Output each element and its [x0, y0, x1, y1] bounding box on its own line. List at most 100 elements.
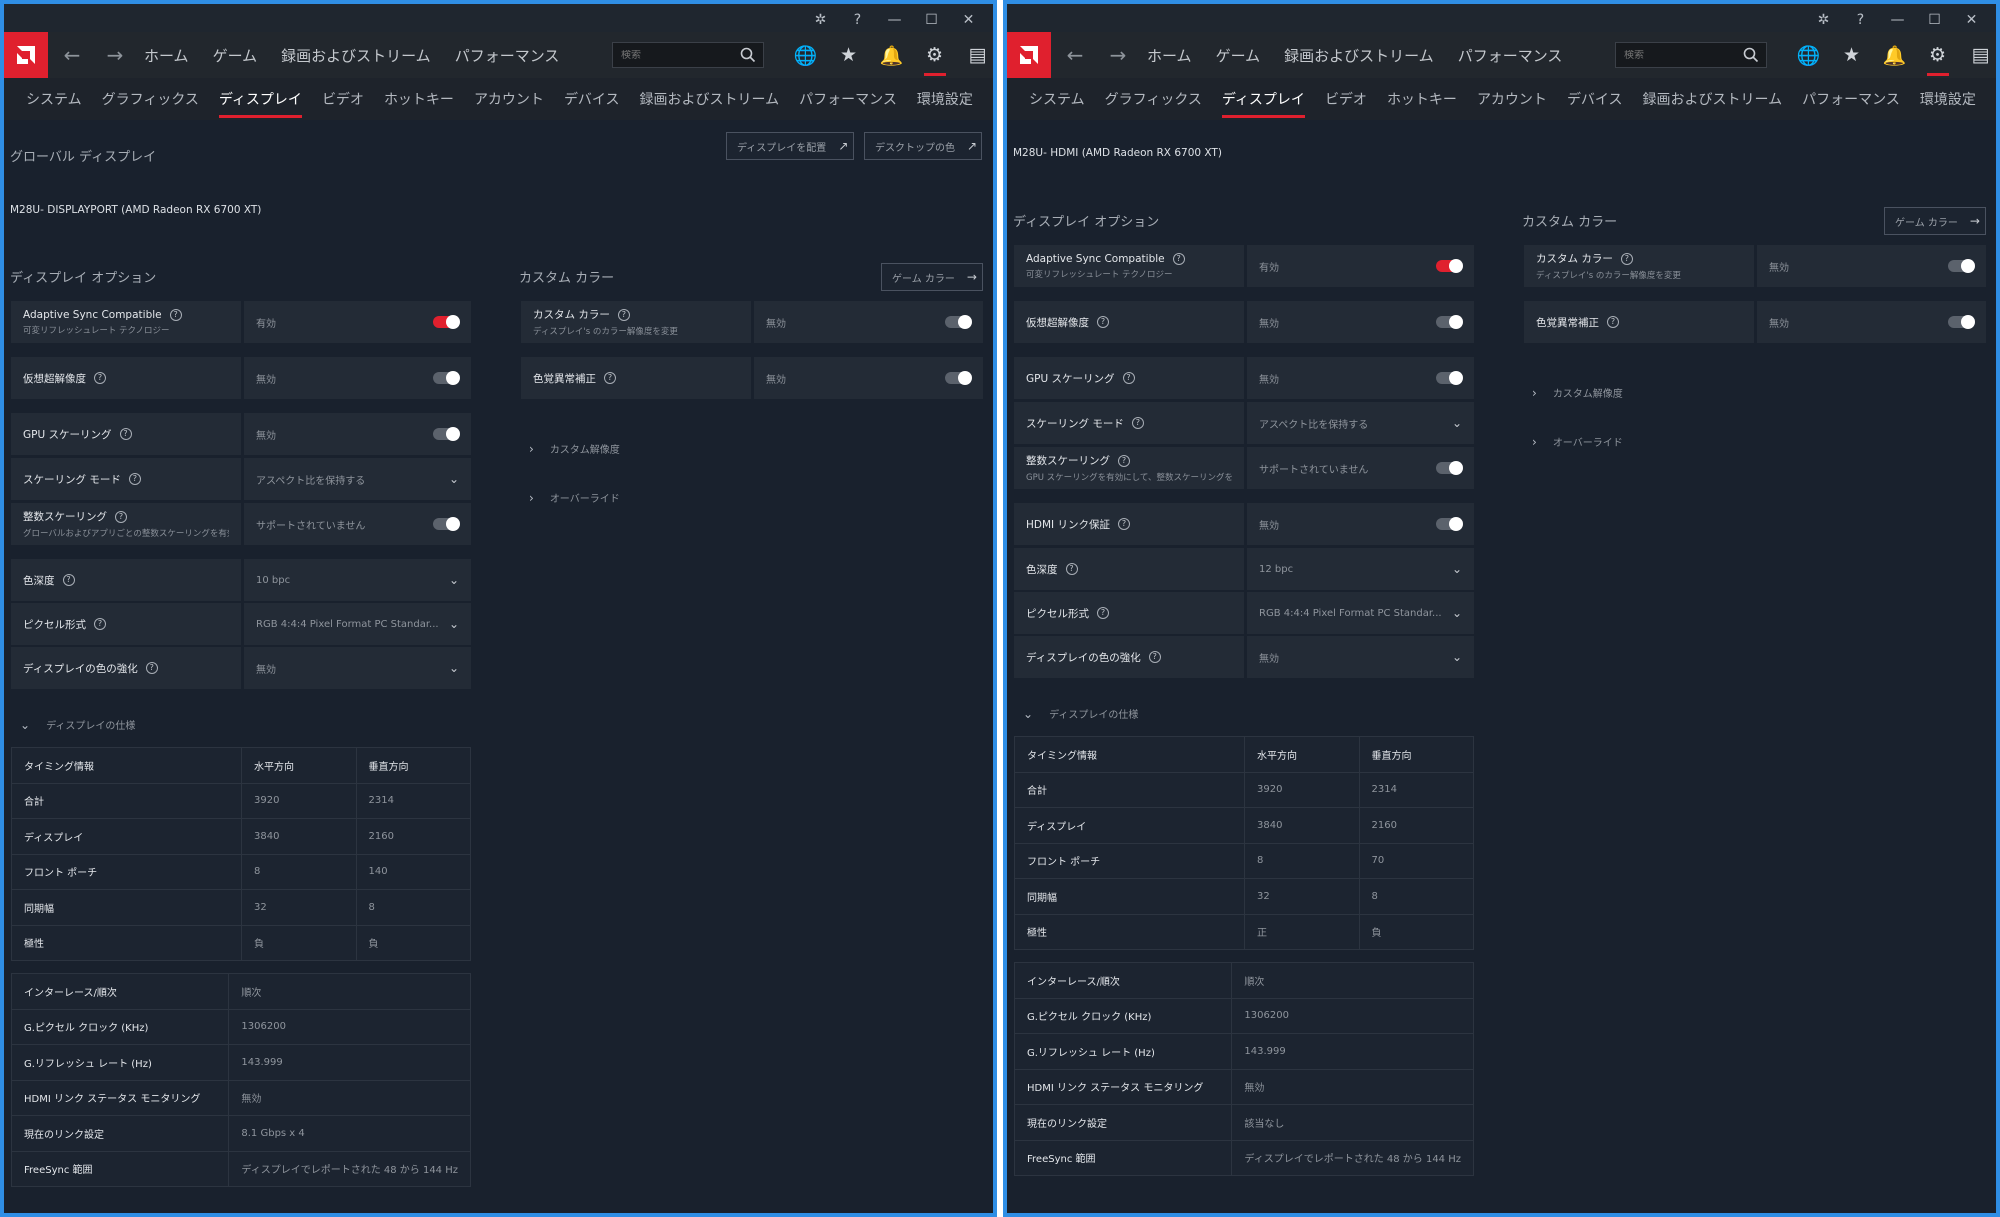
tab-9[interactable]: 環境設定: [1910, 78, 1986, 120]
nav-link[interactable]: ゲーム: [213, 45, 258, 66]
forward-arrow-icon[interactable]: →: [101, 41, 129, 69]
maximize-icon[interactable]: ☐: [1916, 8, 1953, 32]
help-icon[interactable]: ?: [604, 372, 616, 384]
settings-gear-icon[interactable]: ⚙: [1916, 40, 1959, 76]
help-icon[interactable]: ?: [617, 308, 630, 321]
help-icon[interactable]: ?: [94, 618, 106, 630]
help-icon[interactable]: ?: [1117, 518, 1130, 530]
option-value-cell[interactable]: アスペクト比を保持する ⌄: [244, 458, 471, 500]
help-icon[interactable]: ?: [62, 574, 75, 586]
option-value-cell[interactable]: 無効: [1247, 301, 1474, 343]
layout-panel-icon[interactable]: ▤: [1959, 40, 1996, 70]
custom-resolution-expander[interactable]: › カスタム解像度: [529, 441, 620, 457]
option-value-cell[interactable]: 12 bpc ⌄: [1247, 548, 1474, 590]
tab-2[interactable]: ディスプレイ: [209, 78, 312, 120]
toggle-switch-off[interactable]: [1948, 259, 1975, 273]
help-icon[interactable]: ?: [839, 8, 876, 32]
help-icon[interactable]: ?: [1172, 252, 1185, 265]
toggle-switch-off[interactable]: [1436, 315, 1463, 329]
tab-8[interactable]: パフォーマンス: [1792, 78, 1910, 120]
tab-6[interactable]: デバイス: [1557, 78, 1633, 120]
option-value-cell[interactable]: 無効 ⌄: [244, 647, 471, 689]
toggle-switch-off[interactable]: [1436, 517, 1463, 531]
bug-report-icon[interactable]: ✲: [1805, 8, 1842, 32]
option-value-cell[interactable]: 無効: [1247, 503, 1474, 545]
toggle-switch-off[interactable]: [1436, 371, 1463, 385]
tab-3[interactable]: ビデオ: [312, 78, 374, 120]
favorites-star-icon[interactable]: ★: [827, 40, 870, 70]
bug-report-icon[interactable]: ✲: [802, 8, 839, 32]
notification-bell-icon[interactable]: 🔔: [870, 40, 913, 70]
option-value-cell[interactable]: サポートされていません: [244, 503, 471, 545]
option-value-cell[interactable]: RGB 4:4:4 Pixel Format PC Standar... ⌄: [1247, 592, 1474, 634]
search-input[interactable]: [621, 49, 731, 61]
option-value-cell[interactable]: 有効: [1247, 245, 1474, 287]
chevron-down-icon[interactable]: ⌄: [449, 661, 459, 675]
game-color-button[interactable]: ゲーム カラー →: [1884, 207, 1986, 235]
option-value-cell[interactable]: サポートされていません: [1247, 447, 1474, 489]
forward-arrow-icon[interactable]: →: [1104, 41, 1132, 69]
help-icon[interactable]: ?: [1118, 454, 1130, 467]
search-icon[interactable]: [739, 46, 757, 64]
option-value-cell[interactable]: 無効: [244, 413, 471, 455]
nav-link[interactable]: パフォーマンス: [455, 45, 560, 66]
game-color-button[interactable]: ゲーム カラー →: [881, 263, 983, 291]
help-icon[interactable]: ?: [1842, 8, 1879, 32]
settings-gear-icon[interactable]: ⚙: [913, 40, 956, 76]
custom-resolution-expander[interactable]: › カスタム解像度: [1532, 385, 1623, 401]
arrange-displays-button[interactable]: ディスプレイを配置 ↗: [726, 132, 854, 160]
tab-4[interactable]: ホットキー: [374, 78, 464, 120]
option-value-cell[interactable]: アスペクト比を保持する ⌄: [1247, 402, 1474, 444]
option-value-cell[interactable]: 無効: [1757, 301, 1986, 343]
help-icon[interactable]: ?: [169, 308, 182, 321]
option-value-cell[interactable]: 10 bpc ⌄: [244, 559, 471, 601]
display-spec-expander[interactable]: ⌄ ディスプレイの仕様: [20, 717, 135, 733]
help-icon[interactable]: ?: [1620, 252, 1633, 265]
option-value-cell[interactable]: 無効: [754, 301, 983, 343]
tab-6[interactable]: デバイス: [554, 78, 630, 120]
chevron-down-icon[interactable]: ⌄: [1452, 606, 1462, 620]
back-arrow-icon[interactable]: ←: [58, 41, 86, 69]
help-icon[interactable]: ?: [145, 662, 158, 674]
web-icon[interactable]: 🌐: [1787, 40, 1830, 70]
override-expander[interactable]: › オーバーライド: [1532, 434, 1623, 450]
desktop-color-button[interactable]: デスクトップの色 ↗: [864, 132, 982, 160]
toggle-switch-on[interactable]: [433, 315, 460, 329]
web-icon[interactable]: 🌐: [784, 40, 827, 70]
toggle-switch-off[interactable]: [433, 427, 460, 441]
override-expander[interactable]: › オーバーライド: [529, 490, 620, 506]
close-icon[interactable]: ✕: [950, 8, 987, 32]
tab-7[interactable]: 録画およびストリーム: [630, 78, 790, 120]
nav-link[interactable]: ゲーム: [1216, 45, 1261, 66]
nav-link[interactable]: ホーム: [1147, 45, 1192, 66]
help-icon[interactable]: ?: [1607, 316, 1619, 328]
help-icon[interactable]: ?: [1097, 607, 1109, 619]
favorites-star-icon[interactable]: ★: [1830, 40, 1873, 70]
tab-5[interactable]: アカウント: [464, 78, 554, 120]
tab-0[interactable]: システム: [1019, 78, 1095, 120]
chevron-down-icon[interactable]: ⌄: [449, 617, 459, 631]
option-value-cell[interactable]: RGB 4:4:4 Pixel Format PC Standar... ⌄: [244, 603, 471, 645]
tab-5[interactable]: アカウント: [1467, 78, 1557, 120]
tab-3[interactable]: ビデオ: [1315, 78, 1377, 120]
notification-bell-icon[interactable]: 🔔: [1873, 40, 1916, 70]
help-icon[interactable]: ?: [1122, 372, 1135, 384]
layout-panel-icon[interactable]: ▤: [956, 40, 993, 70]
chevron-down-icon[interactable]: ⌄: [449, 573, 459, 587]
chevron-down-icon[interactable]: ⌄: [1452, 416, 1462, 430]
toggle-switch-off[interactable]: [433, 371, 460, 385]
nav-link[interactable]: 録画およびストリーム: [1284, 45, 1434, 66]
help-icon[interactable]: ?: [1131, 417, 1144, 429]
help-icon[interactable]: ?: [1065, 563, 1078, 575]
search-input[interactable]: [1624, 49, 1734, 61]
toggle-switch-on[interactable]: [1436, 259, 1463, 273]
chevron-down-icon[interactable]: ⌄: [1452, 650, 1462, 664]
nav-link[interactable]: ホーム: [144, 45, 189, 66]
tab-1[interactable]: グラフィックス: [92, 78, 209, 120]
option-value-cell[interactable]: 無効: [1757, 245, 1986, 287]
search-icon[interactable]: [1742, 46, 1760, 64]
help-icon[interactable]: ?: [128, 473, 141, 485]
tab-9[interactable]: 環境設定: [907, 78, 983, 120]
tab-7[interactable]: 録画およびストリーム: [1633, 78, 1793, 120]
display-spec-expander[interactable]: ⌄ ディスプレイの仕様: [1023, 706, 1138, 722]
